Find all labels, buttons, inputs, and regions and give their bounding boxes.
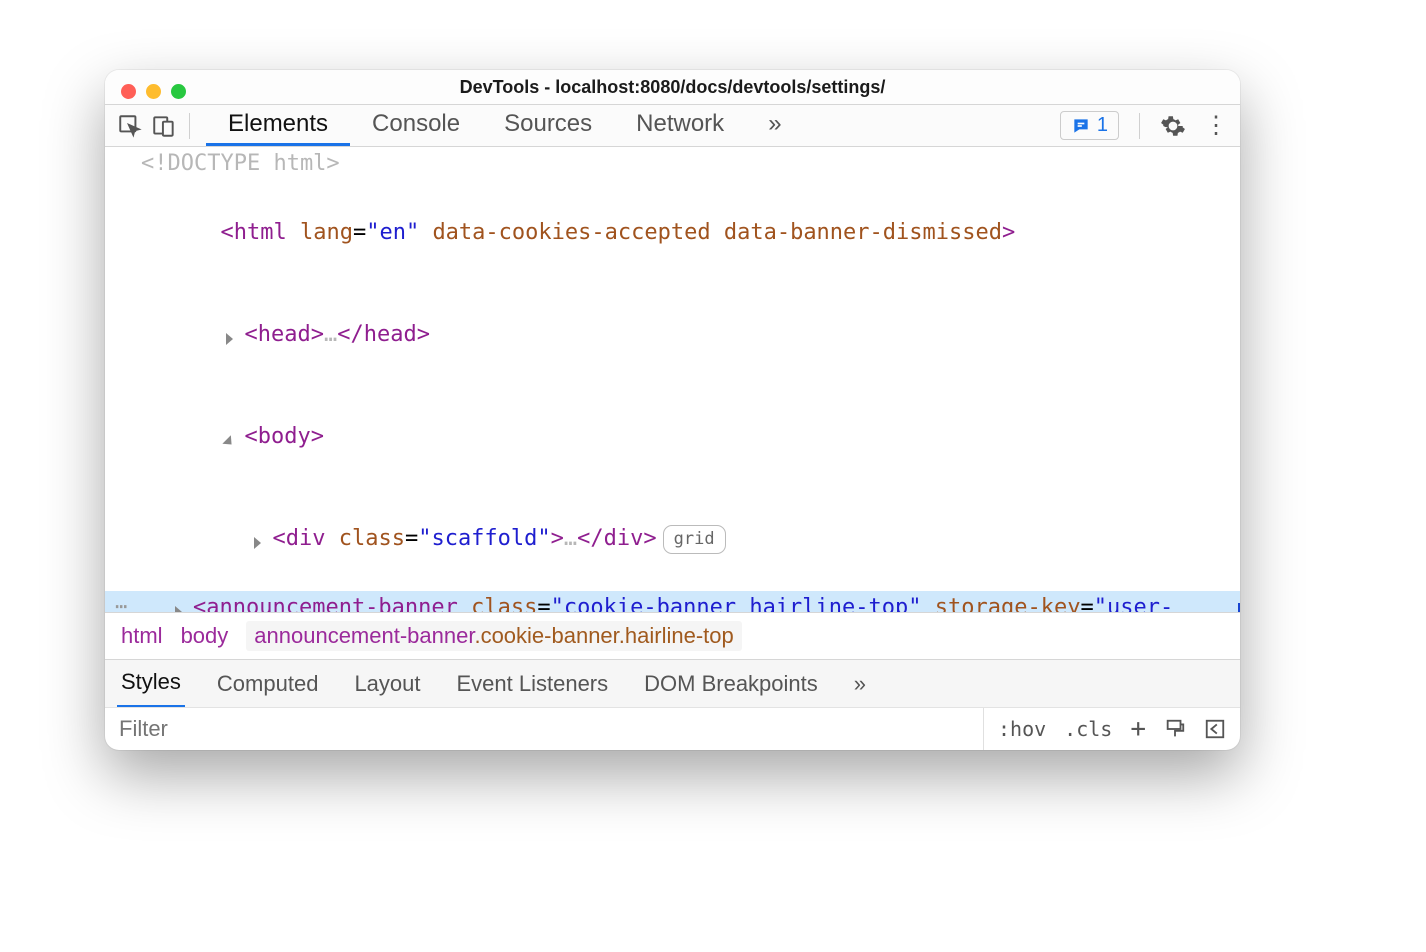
settings-icon[interactable] <box>1160 113 1188 139</box>
issues-count: 1 <box>1097 114 1108 137</box>
paint-icon[interactable] <box>1164 718 1186 740</box>
separator <box>1139 113 1140 139</box>
breadcrumb-selected[interactable]: announcement-banner.cookie-banner.hairli… <box>246 621 741 651</box>
pointer-arrow-icon <box>1186 599 1240 612</box>
stab-computed[interactable]: Computed <box>213 661 323 707</box>
tabs-overflow-icon[interactable]: » <box>746 105 803 146</box>
filter-buttons: :hov .cls + <box>983 708 1240 750</box>
stab-layout[interactable]: Layout <box>350 661 424 707</box>
window-title: DevTools - localhost:8080/docs/devtools/… <box>119 77 1226 98</box>
dom-head[interactable]: <head>…</head> <box>105 284 1240 386</box>
ellipsis-icon[interactable]: ⋯ <box>115 591 129 612</box>
styles-filter-input[interactable] <box>105 708 983 750</box>
toolbar: Elements Console Sources Network » 1 ⋮ <box>105 105 1240 147</box>
breadcrumb-body[interactable]: body <box>181 623 229 649</box>
dom-tree[interactable]: <!DOCTYPE html> <html lang="en" data-coo… <box>105 147 1240 612</box>
stab-styles[interactable]: Styles <box>117 659 185 708</box>
maximize-button[interactable] <box>171 84 186 99</box>
cls-button[interactable]: .cls <box>1064 717 1112 741</box>
stab-event-listeners[interactable]: Event Listeners <box>453 661 613 707</box>
computed-panel-icon[interactable] <box>1204 718 1226 740</box>
more-icon[interactable]: ⋮ <box>1202 111 1230 140</box>
traffic-lights <box>121 84 186 99</box>
grid-badge[interactable]: grid <box>663 525 726 553</box>
minimize-button[interactable] <box>146 84 161 99</box>
breadcrumb[interactable]: html body announcement-banner.cookie-ban… <box>105 612 1240 659</box>
close-button[interactable] <box>121 84 136 99</box>
titlebar: DevTools - localhost:8080/docs/devtools/… <box>105 70 1240 105</box>
stab-dom-breakpoints[interactable]: DOM Breakpoints <box>640 661 822 707</box>
dom-selected-node[interactable]: ⋯ <announcement-banner class="cookie-ban… <box>105 591 1240 612</box>
issues-icon <box>1071 116 1091 136</box>
dom-doctype[interactable]: <!DOCTYPE html> <box>105 147 1240 181</box>
toolbar-right: 1 ⋮ <box>1060 111 1230 140</box>
new-rule-icon[interactable]: + <box>1130 714 1146 744</box>
stabs-overflow-icon[interactable]: » <box>850 661 870 707</box>
tab-elements[interactable]: Elements <box>206 105 350 146</box>
styles-filter-row: :hov .cls + <box>105 707 1240 750</box>
main-tabs: Elements Console Sources Network » <box>206 105 804 146</box>
tab-sources[interactable]: Sources <box>482 105 614 146</box>
breadcrumb-html[interactable]: html <box>121 623 163 649</box>
devtools-window: DevTools - localhost:8080/docs/devtools/… <box>105 70 1240 750</box>
dom-div-scaffold[interactable]: <div class="scaffold">…</div>grid <box>105 488 1240 590</box>
separator <box>189 113 190 139</box>
dom-body-open[interactable]: <body> <box>105 386 1240 488</box>
dom-html-open[interactable]: <html lang="en" data-cookies-accepted da… <box>105 181 1240 283</box>
styles-tabs: Styles Computed Layout Event Listeners D… <box>105 659 1240 707</box>
tab-console[interactable]: Console <box>350 105 482 146</box>
inspect-icon[interactable] <box>115 111 145 141</box>
device-toggle-icon[interactable] <box>149 111 179 141</box>
hov-button[interactable]: :hov <box>998 717 1046 741</box>
tab-network[interactable]: Network <box>614 105 746 146</box>
issues-badge[interactable]: 1 <box>1060 111 1119 140</box>
